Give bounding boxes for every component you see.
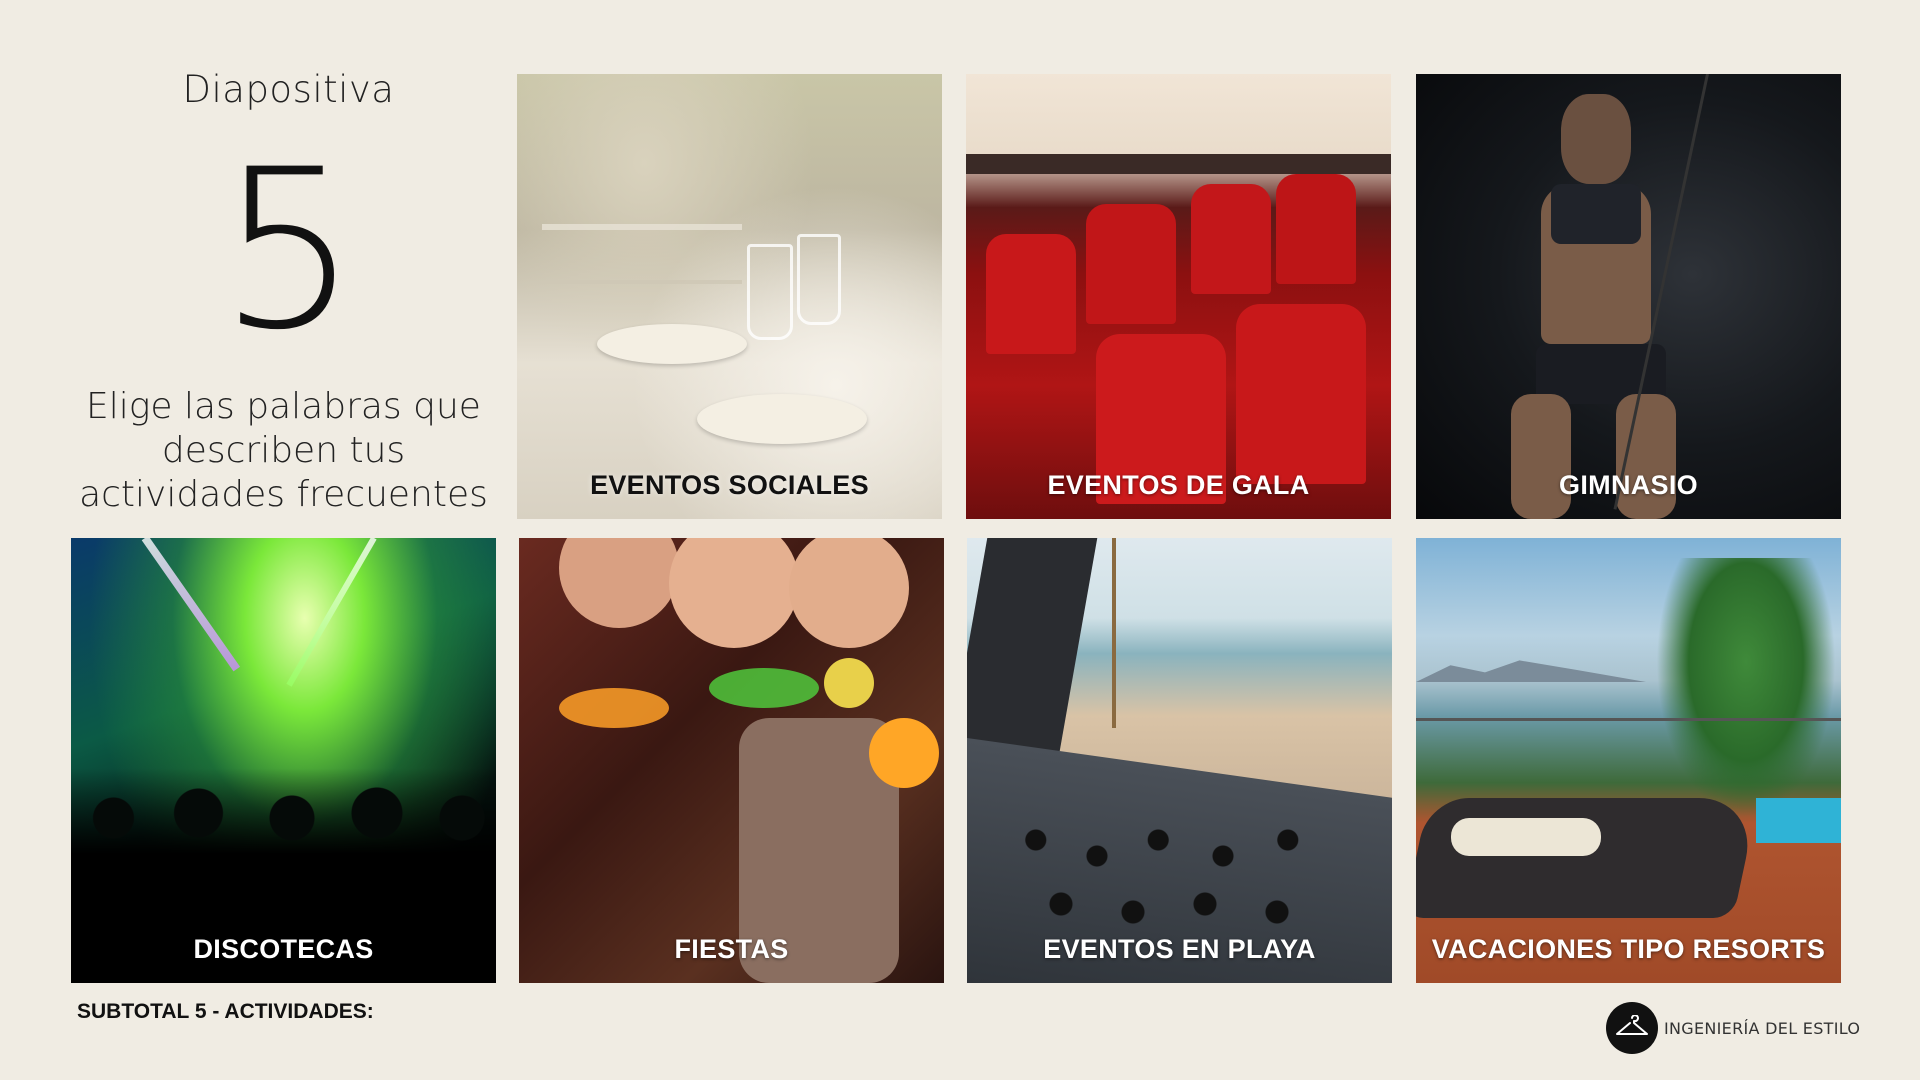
tile-caption: FIESTAS: [674, 934, 789, 964]
tile-caption: GIMNASIO: [1559, 470, 1698, 500]
discotecas-image: [71, 538, 496, 983]
hanger-icon: [1606, 1002, 1658, 1054]
tile-caption: EVENTOS DE GALA: [1047, 470, 1310, 500]
tile-gimnasio[interactable]: GIMNASIO: [1416, 74, 1841, 519]
tile-caption: DISCOTECAS: [193, 934, 374, 964]
tile-vacaciones-tipo-resorts[interactable]: VACACIONES TIPO RESORTS: [1416, 538, 1841, 983]
tile-caption: VACACIONES TIPO RESORTS: [1431, 934, 1826, 964]
subtotal-label: SUBTOTAL 5 - ACTIVIDADES:: [77, 1000, 374, 1023]
eventos-sociales-image: [517, 74, 942, 519]
tile-eventos-sociales[interactable]: EVENTOS SOCIALES: [517, 74, 942, 519]
slide-label: Diapositiva: [182, 68, 395, 111]
tile-caption: EVENTOS SOCIALES: [590, 470, 869, 500]
tile-caption: EVENTOS EN PLAYA: [1043, 934, 1316, 964]
tile-eventos-en-playa[interactable]: EVENTOS EN PLAYA: [967, 538, 1392, 983]
vacaciones-image: [1416, 538, 1841, 983]
eventos-en-playa-image: [967, 538, 1392, 983]
fiestas-image: [519, 538, 944, 983]
gimnasio-image: [1416, 74, 1841, 519]
slide-subtitle: Elige las palabras que describen tus act…: [79, 386, 488, 515]
brand: INGENIERÍA DEL ESTILO: [1606, 1002, 1860, 1054]
tile-discotecas[interactable]: DISCOTECAS: [71, 538, 496, 983]
tile-fiestas[interactable]: FIESTAS: [519, 538, 944, 983]
eventos-de-gala-image: [966, 74, 1391, 519]
slide-number: 5: [218, 122, 359, 378]
brand-name: INGENIERÍA DEL ESTILO: [1664, 1018, 1861, 1038]
tile-eventos-de-gala[interactable]: EVENTOS DE GALA: [966, 74, 1391, 519]
